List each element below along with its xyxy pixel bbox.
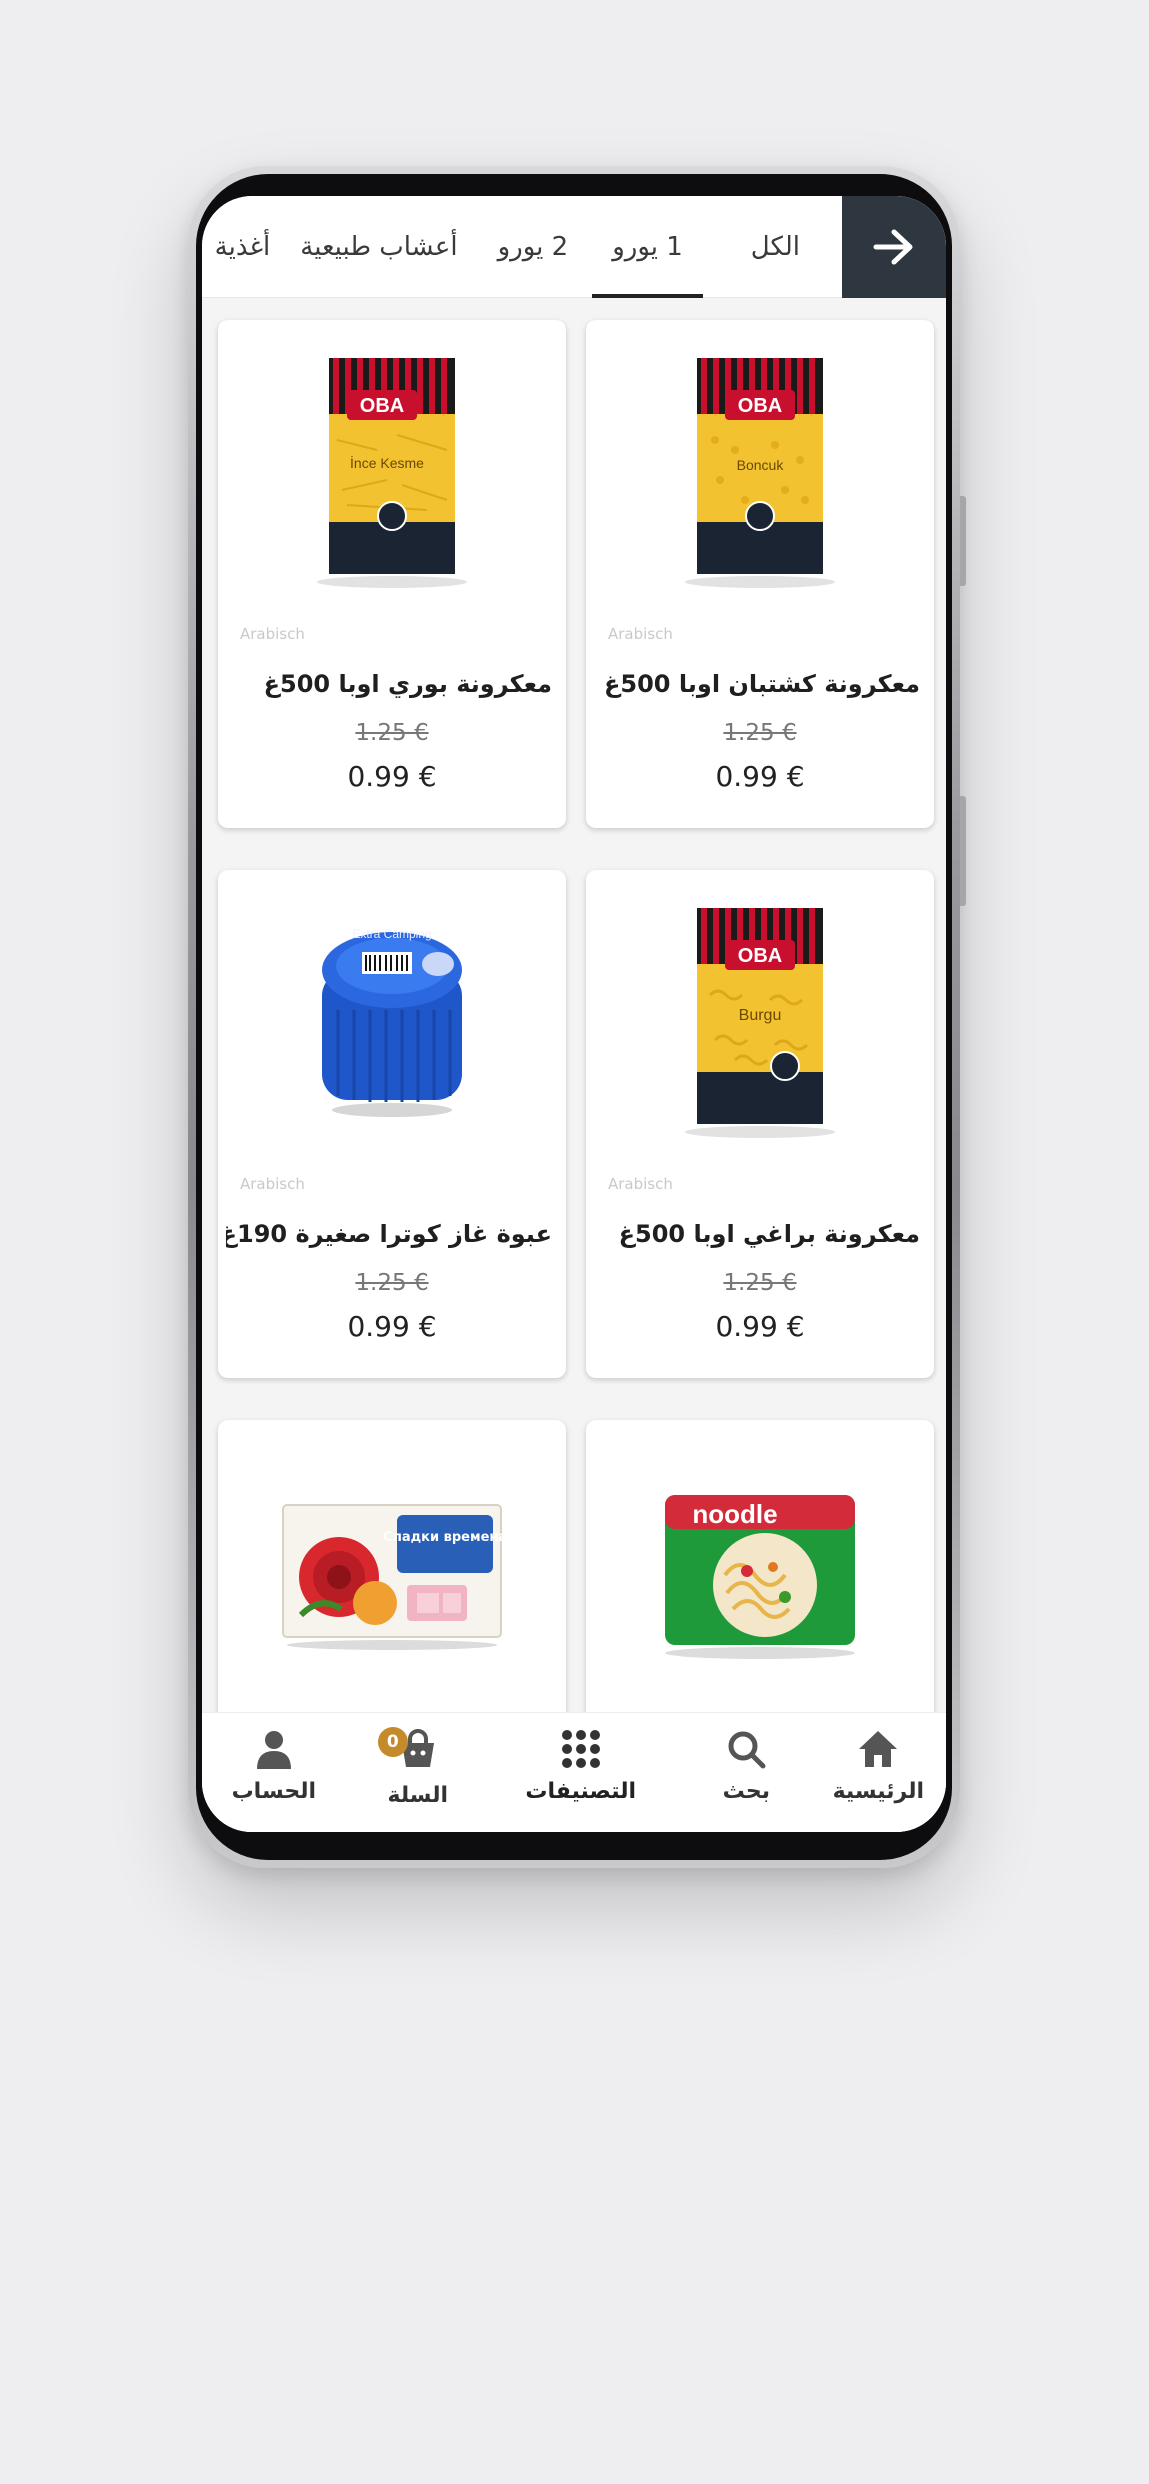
back-button[interactable] bbox=[842, 196, 946, 298]
product-image: Extra Camping bbox=[218, 870, 566, 1170]
svg-text:OBA: OBA bbox=[738, 395, 782, 417]
category-tab-bar: الكل 1 يورو 2 يورو أعشاب طبيعية أغذية bbox=[202, 196, 946, 298]
nav-home-label: الرئيسية bbox=[832, 1779, 924, 1804]
product-image: noodle bbox=[586, 1420, 934, 1720]
product-image: OBA Boncuk bbox=[586, 320, 934, 620]
watermark: Arabisch bbox=[608, 1175, 673, 1193]
tab-natural-herbs[interactable]: أعشاب طبيعية bbox=[280, 196, 477, 298]
nav-account[interactable]: الحساب bbox=[232, 1727, 316, 1804]
old-price: 1.25 € bbox=[355, 1270, 429, 1296]
cart-count-badge: 0 bbox=[377, 1727, 408, 1757]
product-card[interactable]: OBA İnce Kesme Arabisch معكرونة بوري اوب… bbox=[218, 320, 566, 828]
watermark: Arabisch bbox=[608, 625, 673, 643]
product-price: 0.99 € bbox=[347, 1310, 437, 1343]
category-tabs: الكل 1 يورو 2 يورو أعشاب طبيعية أغذية bbox=[202, 196, 842, 298]
arrow-right-icon bbox=[873, 229, 913, 265]
product-grid: OBA Boncuk Arabisch معكرونة كشتبان اوبا … bbox=[202, 298, 946, 1832]
home-icon bbox=[859, 1731, 898, 1767]
grid-icon bbox=[561, 1730, 600, 1768]
nav-home[interactable]: الرئيسية bbox=[833, 1727, 924, 1804]
svg-text:Boncuk: Boncuk bbox=[737, 457, 785, 473]
user-icon bbox=[256, 1731, 291, 1769]
volume-button bbox=[960, 496, 966, 586]
svg-text:Extra Camping: Extra Camping bbox=[352, 927, 431, 941]
product-card[interactable]: OBA Burgu Arabisch معكرونة براغي اوبا 50… bbox=[586, 870, 934, 1378]
nav-categories[interactable]: التصنيفات bbox=[525, 1727, 636, 1804]
old-price: 1.25 € bbox=[723, 1270, 797, 1296]
watermark: Arabisch bbox=[240, 1175, 305, 1193]
product-name: معكرونة بوري اوبا 500غ bbox=[263, 670, 552, 698]
nav-search[interactable]: بحث bbox=[723, 1727, 770, 1804]
tab-2-euro[interactable]: 2 يورو bbox=[478, 196, 589, 298]
tab-1-euro[interactable]: 1 يورو bbox=[588, 196, 707, 298]
svg-text:Burgu: Burgu bbox=[739, 1007, 782, 1024]
product-name: معكرونة براغي اوبا 500غ bbox=[618, 1220, 920, 1248]
tab-food[interactable]: أغذية bbox=[205, 196, 281, 298]
nav-cart[interactable]: 0 السلة bbox=[377, 1727, 448, 1808]
svg-text:OBA: OBA bbox=[360, 395, 404, 417]
product-price: 0.99 € bbox=[715, 1310, 805, 1343]
old-price: 1.25 € bbox=[723, 720, 797, 746]
nav-search-label: بحث bbox=[722, 1779, 770, 1804]
svg-text:İnce Kesme: İnce Kesme bbox=[350, 454, 424, 471]
nav-categories-label: التصنيفات bbox=[525, 1779, 636, 1804]
svg-text:noodle: noodle bbox=[692, 1499, 777, 1529]
bottom-navigation: الرئيسية بحث التصنيفات 0 السلة الحساب bbox=[202, 1712, 946, 1832]
product-price: 0.99 € bbox=[715, 760, 805, 793]
watermark: Arabisch bbox=[240, 625, 305, 643]
product-card[interactable]: OBA Boncuk Arabisch معكرونة كشتبان اوبا … bbox=[586, 320, 934, 828]
product-image: OBA İnce Kesme bbox=[218, 320, 566, 620]
product-card[interactable]: Extra Camping Arabisch عبوة غاز كوترا صغ… bbox=[218, 870, 566, 1378]
product-price: 0.99 € bbox=[347, 760, 437, 793]
old-price: 1.25 € bbox=[355, 720, 429, 746]
nav-account-label: الحساب bbox=[231, 1779, 316, 1804]
product-image: Сладки времена bbox=[218, 1420, 566, 1720]
tab-all[interactable]: الكل bbox=[707, 196, 842, 298]
product-image: OBA Burgu bbox=[586, 870, 934, 1170]
search-icon bbox=[728, 1731, 766, 1769]
power-button bbox=[960, 796, 966, 906]
nav-cart-label: السلة bbox=[387, 1783, 448, 1808]
product-name: معكرونة كشتبان اوبا 500غ bbox=[604, 670, 920, 698]
svg-text:Сладки времена: Сладки времена bbox=[383, 1530, 507, 1545]
product-name: عبوة غاز كوترا صغيرة 190غ bbox=[226, 1220, 552, 1248]
svg-text:OBA: OBA bbox=[738, 945, 782, 967]
app-screen: الكل 1 يورو 2 يورو أعشاب طبيعية أغذية OB… bbox=[202, 196, 946, 1832]
